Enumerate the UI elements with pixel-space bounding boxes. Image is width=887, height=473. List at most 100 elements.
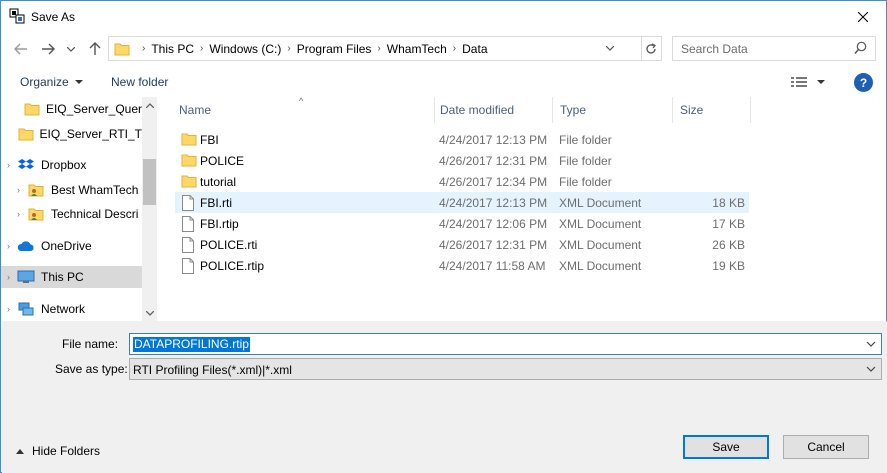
new-folder-label: New folder — [111, 75, 169, 89]
address-history-dropdown[interactable] — [601, 37, 619, 60]
refresh-button[interactable] — [641, 36, 662, 61]
column-divider[interactable] — [672, 97, 673, 123]
recent-locations-button[interactable] — [64, 39, 78, 59]
file-row[interactable]: POLICE 4/26/2017 12:31 PM File folder — [175, 150, 749, 171]
app-icon — [9, 8, 25, 24]
window-title: Save As — [31, 10, 76, 24]
sidebar-item-label: Dropbox — [41, 158, 87, 172]
breadcrumb-item[interactable]: Data — [462, 42, 487, 56]
sidebar-item[interactable]: EIQ_Server_Quer — [1, 98, 142, 120]
sidebar-item[interactable]: › Network — [1, 298, 142, 320]
file-type: File folder — [559, 175, 612, 189]
file-list: ^ Name Date modified Type Size FBI 4/24/2… — [157, 96, 886, 321]
breadcrumb-separator-icon[interactable]: › — [142, 43, 145, 54]
search-box[interactable] — [672, 36, 876, 61]
column-divider[interactable] — [434, 97, 435, 123]
sidebar-item[interactable]: › This PC — [1, 266, 142, 288]
sidebar-item[interactable]: › Best WhamTech — [1, 179, 142, 201]
network-icon — [17, 301, 35, 317]
sidebar-item[interactable]: › OneDrive — [1, 235, 142, 257]
expand-chevron-icon[interactable]: › — [7, 304, 17, 314]
navigation-scrollbar[interactable] — [142, 97, 157, 321]
details-view-icon — [791, 77, 807, 87]
sidebar-item[interactable]: EIQ_Server_RTI_T — [1, 123, 142, 145]
forward-button[interactable] — [38, 39, 58, 59]
breadcrumb-item[interactable]: This PC — [151, 42, 194, 56]
chevron-down-icon — [67, 46, 75, 52]
chevron-down-icon — [606, 46, 614, 51]
title-bar: Save As — [1, 1, 886, 32]
sidebar-item-label: This PC — [41, 270, 84, 284]
file-name: FBI.rtip — [200, 217, 239, 231]
file-name-label: File name: — [62, 337, 119, 351]
save-type-select[interactable]: RTI Profiling Files(*.xml)|*.xml — [129, 358, 882, 380]
help-button[interactable]: ? — [854, 73, 873, 92]
refresh-icon — [646, 42, 657, 54]
file-name-value[interactable]: DATAPROFILING.rtip — [133, 337, 250, 352]
folder-icon — [24, 101, 40, 117]
save-type-label: Save as type: — [55, 362, 128, 376]
hide-folders-label: Hide Folders — [32, 444, 101, 458]
file-row[interactable]: POLICE.rti 4/26/2017 12:31 PM XML Document… — [175, 234, 749, 255]
file-row[interactable]: FBI.rti 4/24/2017 12:13 PM XML Document 18 … — [175, 192, 749, 213]
organize-button[interactable]: Organize — [20, 75, 83, 89]
file-name-field[interactable]: DATAPROFILING.rtip — [129, 333, 882, 355]
close-button[interactable] — [840, 1, 886, 32]
change-view-button[interactable] — [791, 73, 831, 91]
save-button[interactable]: Save — [683, 435, 769, 459]
column-divider[interactable] — [552, 97, 553, 123]
file-row[interactable]: FBI.rtip 4/24/2017 12:06 PM XML Document 17… — [175, 213, 749, 234]
column-header-type[interactable]: Type — [560, 97, 670, 123]
file-size: 26 KB — [712, 238, 745, 252]
expand-chevron-icon[interactable]: › — [7, 272, 17, 282]
arrow-left-icon — [14, 43, 27, 55]
breadcrumb-item[interactable]: Windows (C:) — [209, 42, 281, 56]
dropbox-icon — [17, 157, 35, 173]
file-type: XML Document — [559, 238, 642, 252]
search-input[interactable] — [673, 37, 843, 60]
cancel-button[interactable]: Cancel — [783, 435, 869, 459]
shared-folder-icon — [27, 206, 45, 222]
up-button[interactable] — [85, 39, 105, 59]
breadcrumb-item[interactable]: WhamTech — [387, 42, 447, 56]
file-name: POLICE — [200, 154, 245, 168]
file-row[interactable]: POLICE.rtip 4/24/2017 11:58 AM XML Documen… — [175, 255, 749, 276]
address-bar[interactable]: › This PC › Windows (C:) › Program Files › Wham… — [108, 36, 642, 61]
sidebar-item[interactable]: › Dropbox — [1, 154, 142, 176]
expand-chevron-icon[interactable]: › — [17, 185, 27, 195]
breadcrumb: › This PC › Windows (C:) › Program Files › Wham… — [136, 42, 488, 56]
column-date-label: Date modified — [440, 103, 515, 117]
column-type-label: Type — [560, 103, 587, 117]
scroll-thumb[interactable] — [143, 159, 156, 205]
scroll-up-button[interactable] — [142, 97, 157, 113]
chevron-down-icon[interactable] — [865, 336, 877, 352]
file-row[interactable]: tutorial 4/26/2017 12:34 PM File folder — [175, 171, 749, 192]
hide-folders-toggle[interactable]: Hide Folders — [16, 444, 100, 458]
breadcrumb-separator-icon[interactable]: › — [287, 43, 290, 54]
file-date: 4/26/2017 12:31 PM — [439, 154, 548, 168]
chevron-down-icon — [145, 310, 154, 316]
breadcrumb-separator-icon[interactable]: › — [377, 43, 380, 54]
breadcrumb-separator-icon[interactable]: › — [200, 43, 203, 54]
chevron-up-icon — [145, 102, 154, 108]
file-icon — [181, 216, 195, 232]
expand-chevron-icon[interactable]: › — [7, 160, 17, 170]
file-size: 17 KB — [712, 217, 745, 231]
column-header-date[interactable]: Date modified — [440, 97, 550, 123]
scroll-down-button[interactable] — [142, 305, 157, 321]
breadcrumb-separator-icon[interactable]: › — [453, 43, 456, 54]
chevron-down-icon — [817, 79, 825, 84]
back-button[interactable] — [11, 39, 31, 59]
expand-chevron-icon[interactable]: › — [17, 209, 27, 219]
column-header-size[interactable]: Size — [680, 97, 740, 123]
column-header-name[interactable]: Name — [179, 97, 433, 123]
sidebar-item[interactable]: › Technical Descri — [1, 203, 142, 225]
column-divider[interactable] — [750, 97, 751, 123]
breadcrumb-item[interactable]: Program Files — [297, 42, 372, 56]
file-row[interactable]: FBI 4/24/2017 12:13 PM File folder — [175, 129, 749, 150]
new-folder-button[interactable]: New folder — [111, 75, 168, 89]
expand-chevron-icon[interactable]: › — [7, 241, 17, 251]
navigation-pane: EIQ_Server_Quer EIQ_Server_RTI_T › Dropbox ›… — [1, 97, 157, 321]
file-name: tutorial — [200, 175, 237, 189]
file-icon — [181, 195, 195, 211]
